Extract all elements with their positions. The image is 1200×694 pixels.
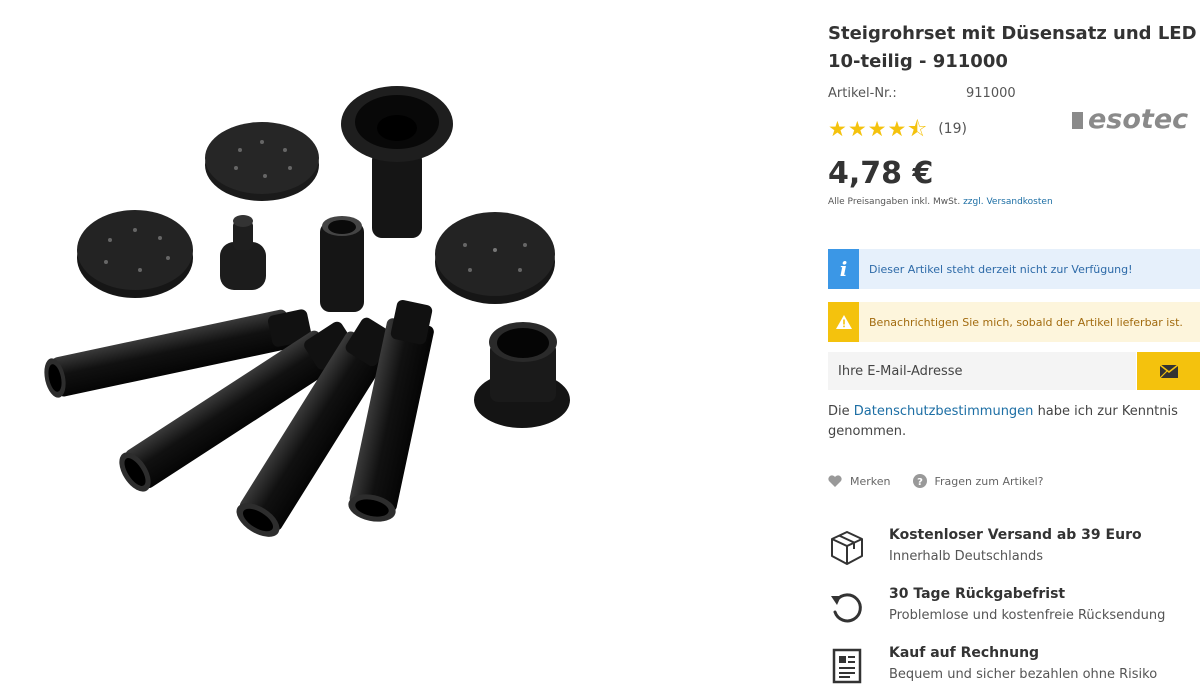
- product-image-area[interactable]: [0, 0, 780, 694]
- product-title: Steigrohrset mit Düsensatz und LED Halte…: [828, 20, 1200, 76]
- privacy-link[interactable]: Datenschutzbestimmungen: [854, 404, 1034, 419]
- box-icon: [831, 531, 863, 565]
- usp-shipping-title: Kostenloser Versand ab 39 Euro: [889, 527, 1142, 543]
- price: 4,78 €: [828, 156, 934, 191]
- rating[interactable]: ★★★★⯪ (19): [828, 118, 967, 140]
- warning-icon: [828, 302, 859, 342]
- usp-return-title: 30 Tage Rückgabefrist: [889, 586, 1066, 602]
- price-note: Alle Preisangaben inkl. MwSt. zzgl. Vers…: [828, 197, 1053, 207]
- shipping-costs-link[interactable]: Versandkosten: [986, 197, 1052, 207]
- usp-shipping-subtitle: Innerhalb Deutschlands: [889, 549, 1043, 564]
- shipping-link-prefix[interactable]: zzgl.: [963, 197, 984, 207]
- brand-logo[interactable]: esotec: [1072, 104, 1188, 135]
- rating-stars-icon: ★★★★⯪: [828, 117, 929, 141]
- notify-alert: Benachrichtigen Sie mich, sobald der Art…: [828, 302, 1200, 342]
- usp-shipping: Kostenloser Versand ab 39 Euro Innerhalb…: [828, 527, 1200, 577]
- usp-invoice: Kauf auf Rechnung Bequem und sicher beza…: [828, 645, 1200, 694]
- invoice-icon: [832, 648, 862, 684]
- email-input[interactable]: [828, 352, 1136, 390]
- heart-icon: [828, 475, 842, 487]
- rating-count[interactable]: (19): [938, 121, 967, 137]
- usp-return: 30 Tage Rückgabefrist Problemlose und ko…: [828, 586, 1200, 636]
- info-icon: i: [828, 249, 859, 289]
- question-icon: ?: [912, 474, 927, 488]
- notify-alert-text: Benachrichtigen Sie mich, sobald der Art…: [869, 315, 1183, 329]
- unavailable-alert-text: Dieser Artikel steht derzeit nicht zur V…: [869, 262, 1133, 276]
- usp-invoice-subtitle: Bequem und sicher bezahlen ohne Risiko: [889, 667, 1158, 682]
- remember-button[interactable]: Merken: [828, 475, 891, 488]
- notify-submit-button[interactable]: [1137, 352, 1200, 390]
- product-actions: Merken ? Fragen zum Artikel?: [828, 474, 1066, 488]
- return-icon: [831, 593, 862, 623]
- svg-text:?: ?: [917, 477, 923, 488]
- unavailable-alert: i Dieser Artikel steht derzeit nicht zur…: [828, 249, 1200, 289]
- question-button[interactable]: ? Fragen zum Artikel?: [912, 474, 1044, 488]
- usp-invoice-title: Kauf auf Rechnung: [889, 645, 1040, 661]
- article-number-value: 911000: [966, 86, 1016, 101]
- product-info-panel: Steigrohrset mit Düsensatz und LED Halte…: [828, 0, 1200, 694]
- article-number-label: Artikel-Nr.:: [828, 86, 897, 101]
- envelope-icon: [1159, 364, 1178, 378]
- privacy-notice: Die Datenschutzbestimmungen habe ich zur…: [828, 404, 1178, 439]
- article-number: Artikel-Nr.: 911000: [828, 86, 1016, 101]
- product-title-line1: Steigrohrset mit Düsensatz und LED Halte: [828, 23, 1200, 44]
- notify-form: [828, 352, 1200, 390]
- product-image[interactable]: [40, 80, 600, 560]
- product-title-line2: 10-teilig - 911000: [828, 51, 1008, 72]
- usp-return-subtitle: Problemlose und kostenfreie Rücksendung: [889, 608, 1166, 623]
- brand-mark-icon: [1072, 112, 1083, 129]
